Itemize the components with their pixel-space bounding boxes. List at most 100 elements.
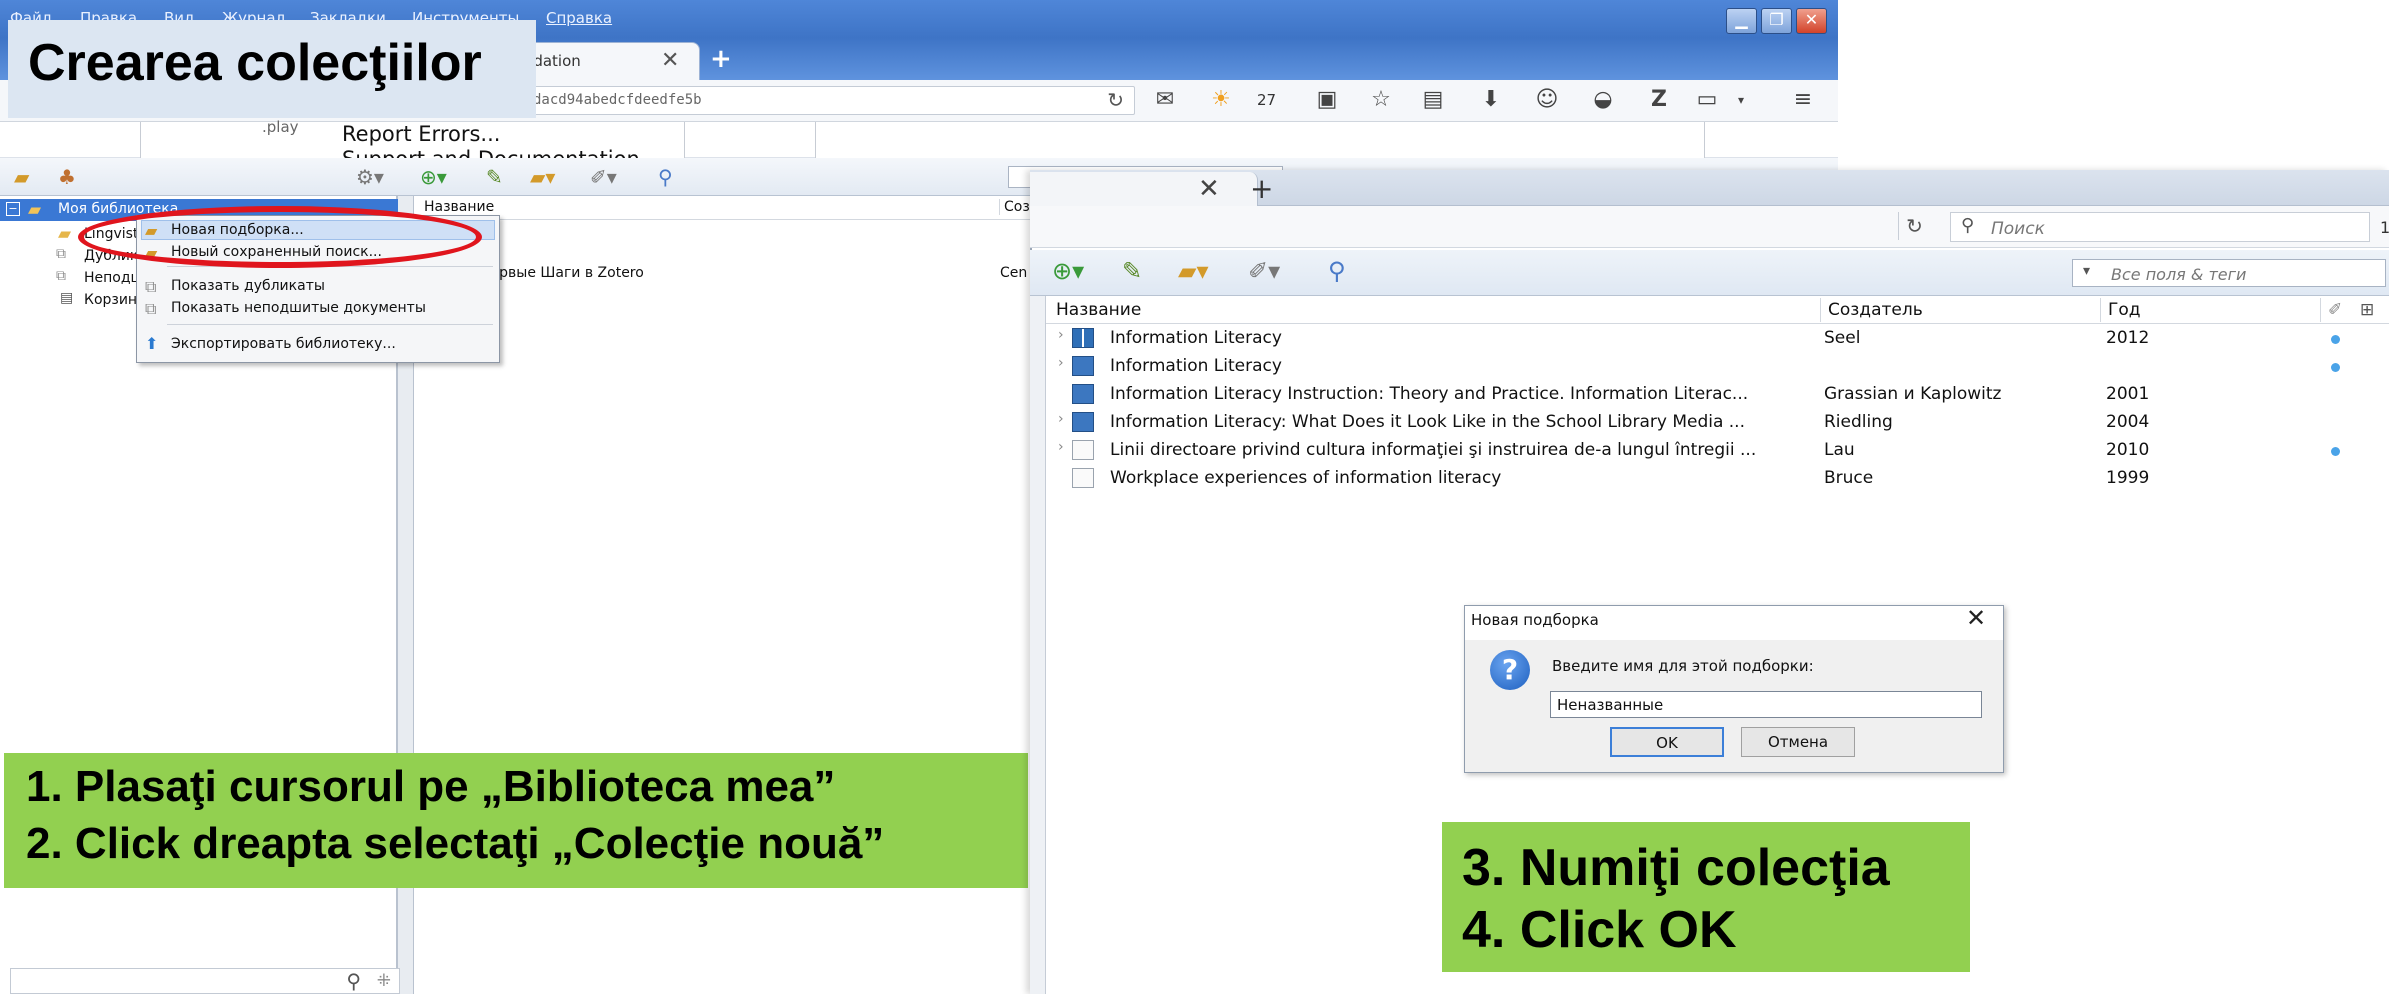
tag-menu-icon[interactable]: ⁜ xyxy=(377,971,391,991)
hamburger-menu-icon[interactable]: ≡ xyxy=(1788,86,1818,114)
new-collection-icon[interactable]: ▰ xyxy=(14,166,29,188)
new-group-icon[interactable]: ♣ xyxy=(58,166,76,188)
attachment-icon[interactable]: ✐▾ xyxy=(1248,259,1280,283)
duplicates-icon: ⧉ xyxy=(145,277,157,296)
attachment-icon[interactable]: ✐▾ xyxy=(590,166,617,188)
collapse-icon[interactable]: − xyxy=(6,202,20,216)
new-tab-button[interactable]: + xyxy=(710,44,732,74)
question-icon: ? xyxy=(1490,650,1530,690)
row-title: Information Literacy: What Does it Look … xyxy=(1110,412,1745,432)
attachment-dot[interactable] xyxy=(2331,335,2340,344)
row-creator: Riedling xyxy=(1824,412,1893,432)
table-row[interactable]: › Information Literacy Seel 2012 xyxy=(1046,324,2389,352)
row-title: Information Literacy Instruction: Theory… xyxy=(1110,384,1749,404)
new-item-icon[interactable]: ⊕▾ xyxy=(420,166,447,188)
column-creator-header[interactable]: Создатель xyxy=(1828,300,1923,320)
row-year: 2012 xyxy=(2106,328,2150,348)
tag-filter-field[interactable]: ⚲ ⁜ xyxy=(10,968,400,994)
support-link[interactable]: Support and Documentation xyxy=(342,146,640,158)
close-window-button[interactable]: ✕ xyxy=(1796,8,1827,34)
reload-icon[interactable]: ↻ xyxy=(1898,212,1930,240)
expand-twisty-icon[interactable]: › xyxy=(1058,439,1064,455)
page-action-icon[interactable]: ▣ xyxy=(1312,86,1342,114)
column-separator xyxy=(1820,298,1821,322)
table-row[interactable]: › Linii directoare privind cultura infor… xyxy=(1046,436,2389,464)
ok-button[interactable]: OK xyxy=(1610,727,1724,757)
attachment-dot[interactable] xyxy=(2331,363,2340,372)
new-item-icon[interactable]: ⊕▾ xyxy=(1052,259,1084,283)
column-title-header[interactable]: Название xyxy=(424,199,494,215)
filter-field[interactable]: ▾ Все поля & теги xyxy=(2072,259,2386,287)
dialog-prompt: Введите имя для этой подборки: xyxy=(1552,657,1814,675)
instruction-step-2: 2. Click dreapta selectaţi „Colecţie nou… xyxy=(26,819,885,868)
table-row[interactable]: › Information Literacy xyxy=(1046,352,2389,380)
instruction-step-4: 4. Click OK xyxy=(1462,901,1737,959)
row-year: 2001 xyxy=(2106,384,2150,404)
url-bar[interactable]: dacd94abedcfdeedfe5b ↻ xyxy=(440,86,1135,115)
advanced-search-icon[interactable]: ⚲ xyxy=(1328,259,1346,283)
screenshot-icon[interactable]: ✉ xyxy=(1150,86,1180,114)
expand-twisty-icon[interactable]: › xyxy=(1058,327,1064,343)
restore-button[interactable]: ❐ xyxy=(1761,8,1792,34)
dialog-title: Новая подборка xyxy=(1471,611,1599,629)
column-separator xyxy=(2320,298,2321,322)
report-errors-link[interactable]: Report Errors... xyxy=(342,122,500,146)
book-icon xyxy=(1072,328,1094,348)
new-note-icon[interactable]: ▰▾ xyxy=(1178,259,1209,283)
reading-list-icon[interactable]: ▤ xyxy=(1418,86,1448,114)
column-picker-icon[interactable]: ⊞ xyxy=(2360,300,2374,320)
row-title: Workplace experiences of information lit… xyxy=(1110,468,1502,488)
unfiled-icon: ⧉ xyxy=(145,299,157,318)
context-item-export-library[interactable]: Экспортировать библиотеку... xyxy=(171,336,396,352)
minimize-button[interactable]: ▁ xyxy=(1726,8,1757,34)
menu-help[interactable]: Справка xyxy=(546,9,612,27)
row-title: Information Literacy xyxy=(1110,328,1282,348)
reload-icon[interactable]: ↻ xyxy=(1107,88,1124,112)
zotero-icon[interactable]: Z xyxy=(1644,86,1674,114)
add-by-identifier-icon[interactable]: ✎ xyxy=(1122,259,1142,283)
weather-icon[interactable]: ☀ xyxy=(1206,86,1236,114)
item-title[interactable]: Первые Шаги в Zotero xyxy=(480,265,644,281)
row-title: Information Literacy xyxy=(1110,356,1282,376)
expand-twisty-icon[interactable]: › xyxy=(1058,355,1064,371)
context-item-show-duplicates[interactable]: Показать дубликаты xyxy=(171,278,325,294)
journal-article-icon xyxy=(1072,384,1094,404)
collection-name-input[interactable] xyxy=(1550,691,1982,718)
search-icon: ⚲ xyxy=(346,969,361,993)
add-by-identifier-icon[interactable]: ✎ xyxy=(486,166,503,188)
save-to-zotero-icon[interactable]: ▭ xyxy=(1692,86,1722,114)
advanced-search-icon[interactable]: ⚲ xyxy=(658,166,673,188)
dropdown-chevron-icon[interactable]: ▾ xyxy=(1726,86,1756,114)
filter-placeholder: Все поля & теги xyxy=(2111,265,2247,284)
new-tab-button[interactable]: + xyxy=(1250,172,1273,205)
slide-title: Crearea colecţiilor xyxy=(28,34,482,92)
column-title-header[interactable]: Название xyxy=(1056,300,1141,320)
highlight-ellipse xyxy=(78,206,482,268)
row-year: 2004 xyxy=(2106,412,2150,432)
pocket-icon[interactable]: ◒ xyxy=(1588,86,1618,114)
attachment-column-icon[interactable]: ✐ xyxy=(2328,300,2342,320)
table-row[interactable]: Workplace experiences of information lit… xyxy=(1046,464,2389,492)
close-tab-icon[interactable]: ✕ xyxy=(661,48,679,73)
bookmark-star-icon[interactable]: ☆ xyxy=(1366,86,1396,114)
instructions-box-left: 1. Plasaţi cursorul pe „Biblioteca mea” … xyxy=(4,753,1028,888)
cancel-button[interactable]: Отмена xyxy=(1741,727,1855,757)
gear-icon[interactable]: ⚙▾ xyxy=(356,166,384,188)
table-row[interactable]: Information Literacy Instruction: Theory… xyxy=(1046,380,2389,408)
attachment-dot[interactable] xyxy=(2331,447,2340,456)
dialog-close-icon[interactable]: ✕ xyxy=(1966,604,1986,632)
new-note-icon[interactable]: ▰▾ xyxy=(530,166,555,188)
bookmark-play[interactable]: .play xyxy=(262,118,299,136)
expand-twisty-icon[interactable]: › xyxy=(1058,411,1064,427)
download-icon[interactable]: ⬇ xyxy=(1476,86,1506,114)
filter-mode-icon[interactable]: ▾ xyxy=(2083,263,2090,279)
context-item-show-unfiled[interactable]: Показать неподшитые документы xyxy=(171,300,426,316)
right-browser-tab[interactable]: ✕ xyxy=(1030,172,1258,206)
row-year: 1999 xyxy=(2106,468,2150,488)
chat-icon[interactable]: ☺ xyxy=(1532,86,1562,114)
collapsed-pane-strip[interactable] xyxy=(1030,296,1046,994)
column-year-header[interactable]: Год xyxy=(2108,300,2141,320)
close-tab-icon[interactable]: ✕ xyxy=(1198,174,1220,204)
table-row[interactable]: › Information Literacy: What Does it Loo… xyxy=(1046,408,2389,436)
browser-search-field[interactable]: ⚲ Поиск xyxy=(1950,212,2370,242)
